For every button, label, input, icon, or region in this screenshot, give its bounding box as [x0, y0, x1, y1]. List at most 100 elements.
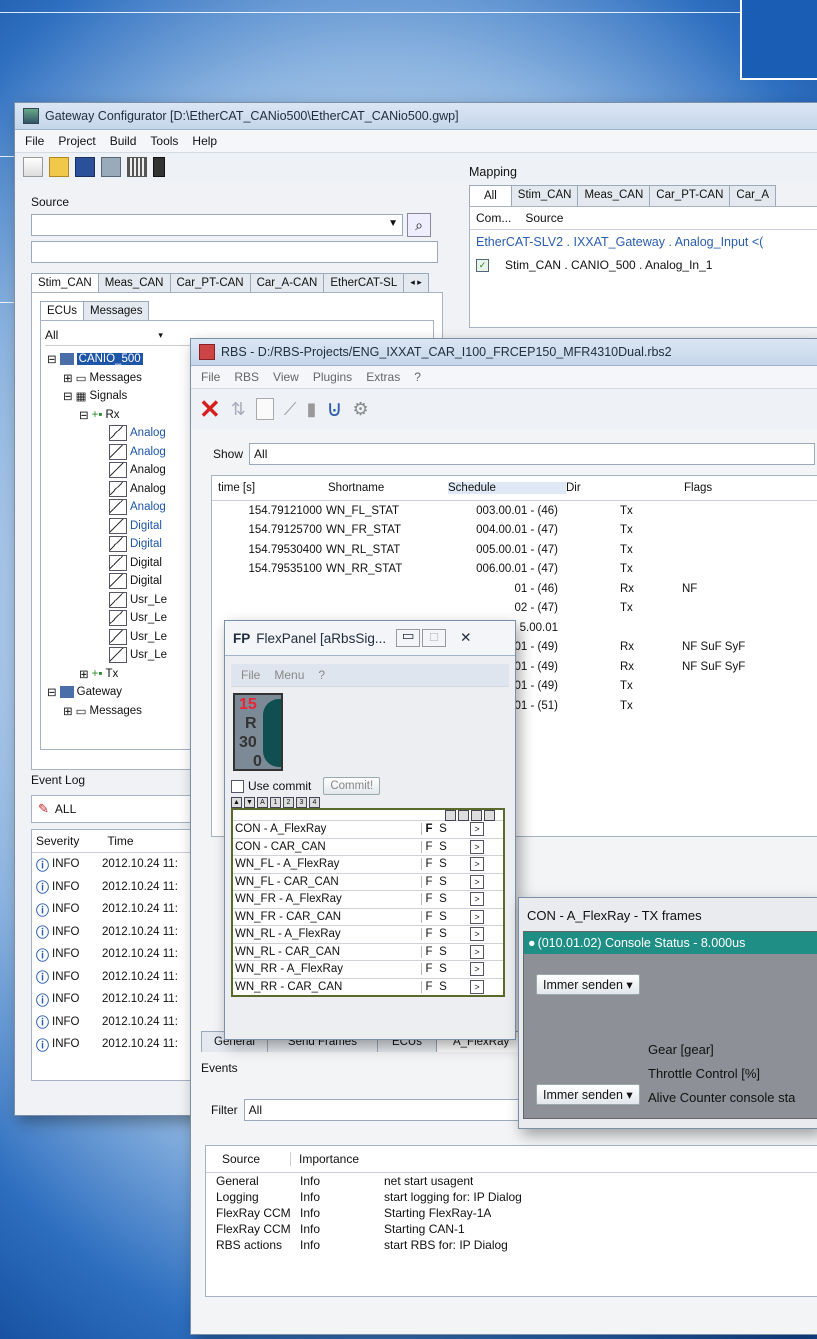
menu-rbs[interactable]: RBS	[234, 370, 259, 384]
export-icon[interactable]: ▮	[307, 399, 317, 420]
tab-stim-can[interactable]: Stim_CAN	[31, 273, 99, 292]
menu-file[interactable]: File	[25, 134, 44, 148]
flexpanel-row[interactable]: WN_FL - CAR_CAN F S >	[233, 872, 503, 891]
gateway-titlebar[interactable]: Gateway Configurator [D:\EtherCAT_CANio5…	[15, 103, 817, 130]
checkbox-checked-icon[interactable]: ✓	[476, 258, 489, 272]
col-icon[interactable]	[484, 809, 495, 821]
col-flags[interactable]: Flags	[684, 482, 804, 494]
menu-extras[interactable]: Extras	[366, 370, 400, 384]
col-icon[interactable]	[458, 809, 469, 821]
arrow-right-icon[interactable]: >	[470, 944, 484, 959]
menu-plugins[interactable]: Plugins	[313, 370, 352, 384]
event-row[interactable]: FlexRay CCM Info Starting CAN-1	[216, 1221, 817, 1237]
flexpanel-row[interactable]: CON - CAR_CAN F S >	[233, 837, 503, 856]
menu-file[interactable]: File	[241, 668, 260, 682]
flexpanel-titlebar[interactable]: FP FlexPanel [aRbsSig... ▭ □ ✕	[225, 621, 515, 656]
menu-help[interactable]: ?	[318, 668, 325, 682]
frame-row[interactable]: 154.79125700 WN_FR_STAT 004.00.01 - (47) Tx	[212, 521, 817, 541]
flexpanel-row[interactable]: WN_FL - A_FlexRay F S >	[233, 855, 503, 873]
arrow-right-icon[interactable]: >	[470, 892, 484, 907]
frame-row[interactable]: 01 - (46) Rx NF	[212, 579, 817, 599]
arrow-icon[interactable]: ⇅	[231, 399, 246, 420]
mapping-row-1[interactable]: EtherCAT-SLV2 . IXXAT_Gateway . Analog_I…	[470, 230, 817, 254]
show-combo[interactable]: All	[249, 443, 816, 465]
col-time[interactable]: Time	[107, 834, 133, 848]
col-com[interactable]: Com...	[476, 211, 511, 225]
close-icon[interactable]: ✕	[460, 630, 471, 646]
arrow-right-icon[interactable]: >	[470, 909, 484, 924]
col-shortname[interactable]: Shortname	[328, 482, 448, 494]
event-row[interactable]: RBS actions Info start RBS for: IP Dialog	[216, 1237, 817, 1253]
menu-build[interactable]: Build	[110, 134, 137, 148]
col-time[interactable]: time [s]	[212, 482, 328, 494]
event-row[interactable]: General Info net start usagent	[216, 1173, 817, 1189]
tab-car-a-can[interactable]: Car_A-CAN	[249, 273, 325, 292]
tab-stim-can[interactable]: Stim_CAN	[510, 185, 579, 206]
tab-meas-can[interactable]: Meas_CAN	[577, 185, 651, 206]
source-text-field[interactable]	[31, 241, 438, 263]
send-mode-dropdown-1[interactable]: Immer senden ▾	[536, 974, 640, 995]
col-dir[interactable]: Dir	[566, 482, 684, 494]
menu-help[interactable]: ?	[414, 370, 421, 384]
grid-icon[interactable]	[127, 157, 147, 177]
tab-ecus[interactable]: ECUs	[40, 301, 85, 320]
menu-view[interactable]: View	[273, 370, 299, 384]
rbs-titlebar[interactable]: RBS - D:/RBS-Projects/ENG_IXXAT_CAR_I100…	[191, 339, 817, 366]
tab-ethercat[interactable]: EtherCAT-SL	[323, 273, 405, 292]
frame-row[interactable]: 154.79530400 WN_RL_STAT 005.00.01 - (47) Tx	[212, 540, 817, 560]
col-severity[interactable]: Severity	[36, 834, 79, 848]
arrow-right-icon[interactable]: >	[470, 979, 484, 994]
frame-header[interactable]: ● (010.01.02) Console Status - 8.000us	[524, 932, 817, 954]
new-doc-icon[interactable]	[255, 398, 274, 420]
edit-icon[interactable]: ⟋	[284, 399, 297, 420]
arrow-right-icon[interactable]: >	[470, 927, 484, 942]
settings-gear-icon[interactable]: ⚙	[353, 399, 369, 420]
minimize-icon[interactable]: ▭	[396, 629, 421, 647]
eraser-icon[interactable]: ✎	[38, 801, 49, 817]
source-combo[interactable]: ▼	[31, 214, 403, 236]
event-row[interactable]: FlexRay CCM Info Starting FlexRay-1A	[216, 1205, 817, 1221]
new-file-icon[interactable]	[23, 157, 43, 177]
arrow-right-icon[interactable]: >	[470, 874, 484, 889]
col-icon[interactable]	[471, 809, 482, 821]
connect-icon[interactable]: ⊍	[326, 396, 342, 422]
four-icon[interactable]: 4	[309, 797, 320, 808]
flexpanel-row[interactable]: WN_RL - CAR_CAN F S >	[233, 942, 503, 961]
col-schedule[interactable]: Schedule	[448, 482, 566, 494]
flexpanel-row[interactable]: WN_RR - CAR_CAN F S >	[233, 977, 503, 996]
frame-row[interactable]: 02 - (47) Tx	[212, 599, 817, 619]
menu-file[interactable]: File	[201, 370, 220, 384]
flexpanel-row[interactable]: CON - A_FlexRay F S >	[233, 820, 503, 838]
flexpanel-row[interactable]: WN_FR - A_FlexRay F S >	[233, 890, 503, 908]
frame-row[interactable]: 154.79121000 WN_FL_STAT 003.00.01 - (46) Tx	[212, 501, 817, 521]
down-icon[interactable]: ▼	[244, 797, 255, 808]
a-icon[interactable]: A	[257, 797, 268, 808]
tab-car-pt-can[interactable]: Car_PT-CAN	[169, 273, 251, 292]
three-icon[interactable]: 3	[296, 797, 307, 808]
ignition-gauge[interactable]: 15 R 30 0	[233, 693, 283, 771]
menu-project[interactable]: Project	[58, 134, 95, 148]
copy-icon[interactable]	[101, 157, 121, 177]
one-icon[interactable]: 1	[270, 797, 281, 808]
arrow-right-icon[interactable]: >	[470, 962, 484, 977]
flexpanel-row[interactable]: WN_FR - CAR_CAN F S >	[233, 907, 503, 926]
col-importance[interactable]: Importance	[290, 1152, 379, 1166]
arrow-right-icon[interactable]: >	[470, 822, 484, 837]
tab-scroll-arrows[interactable]: ◂ ▸	[403, 273, 429, 292]
tab-car-a[interactable]: Car_A	[729, 185, 776, 206]
stop-icon[interactable]: ✕	[199, 394, 221, 425]
menu-menu[interactable]: Menu	[274, 668, 304, 682]
arrow-right-icon[interactable]: >	[470, 857, 484, 872]
flexpanel-row[interactable]: WN_RL - A_FlexRay F S >	[233, 925, 503, 943]
col-icon[interactable]	[445, 809, 456, 821]
mapping-row-2[interactable]: ✓ Stim_CAN . CANIO_500 . Analog_In_1	[470, 254, 817, 276]
send-mode-dropdown-2[interactable]: Immer senden ▾	[536, 1084, 640, 1105]
col-source[interactable]: Source	[206, 1152, 290, 1166]
col-source[interactable]: Source	[525, 211, 563, 225]
tab-car-pt-can[interactable]: Car_PT-CAN	[649, 185, 731, 206]
menu-help[interactable]: Help	[192, 134, 217, 148]
tab-all[interactable]: All	[469, 185, 512, 206]
search-icon[interactable]: ⌕	[407, 213, 431, 237]
menu-tools[interactable]: Tools	[150, 134, 178, 148]
event-row[interactable]: Logging Info start logging for: IP Dialog	[216, 1189, 817, 1205]
